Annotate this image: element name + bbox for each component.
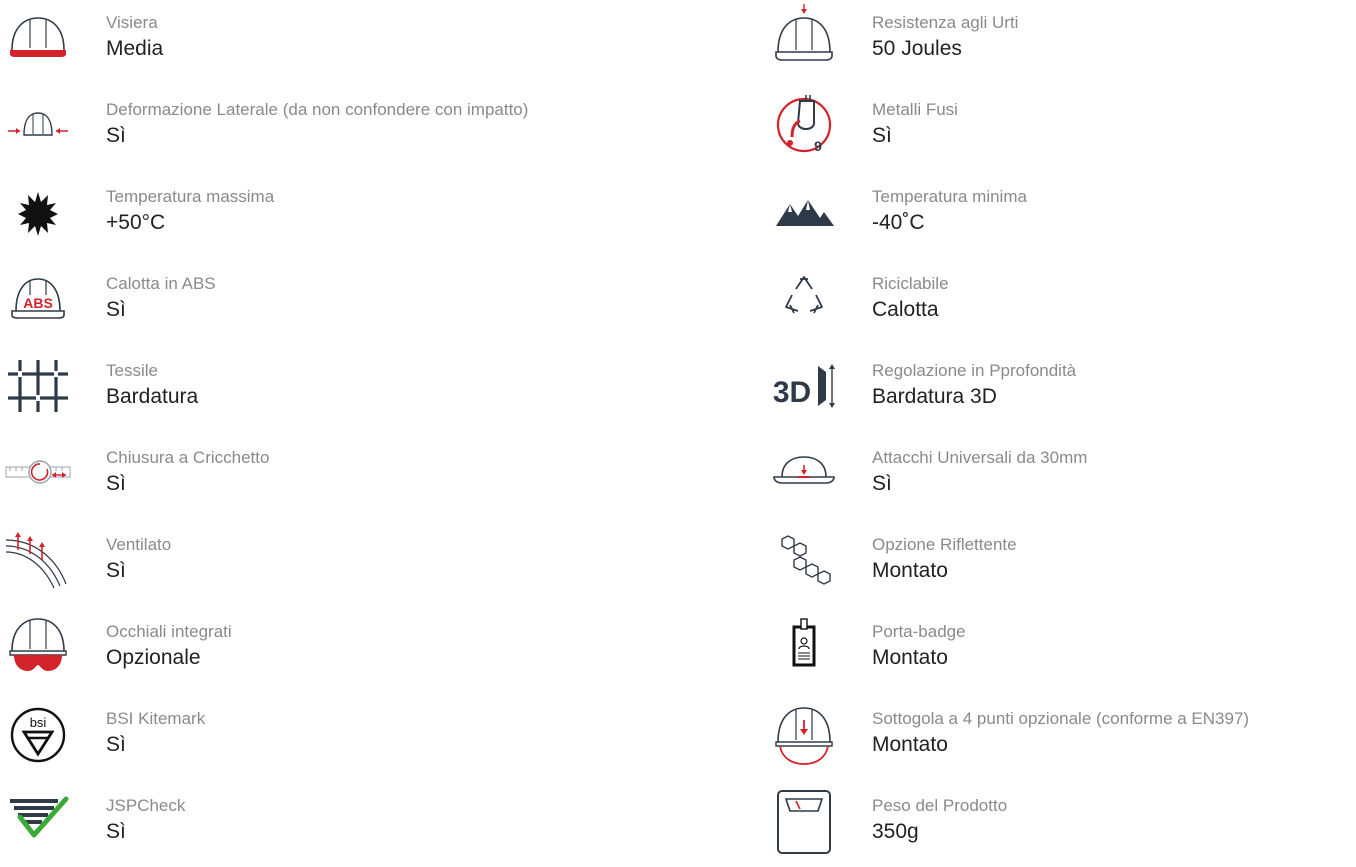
feature-value: Montato xyxy=(872,646,948,669)
mountains-icon xyxy=(766,178,842,248)
feature-label: Regolazione in Pprofondità xyxy=(872,361,1077,380)
feature-label: Metalli Fusi xyxy=(872,100,958,119)
feature-visiera: Visiera Media xyxy=(0,4,700,84)
abs-helmet-icon: ABS xyxy=(0,265,76,335)
feature-label: Ventilato xyxy=(106,535,172,554)
feature-temperatura-massima: Temperatura massima +50°C xyxy=(0,178,700,258)
feature-label: Deformazione Laterale (da non confondere… xyxy=(106,100,529,119)
jspcheck-icon xyxy=(0,787,76,857)
goggles-helmet-icon xyxy=(0,613,76,683)
sun-icon xyxy=(0,178,76,248)
ventilation-icon xyxy=(0,526,76,596)
feature-value: Sì xyxy=(872,124,892,147)
feature-value: Sì xyxy=(106,820,126,843)
feature-temperatura-minima: Temperatura minima -40˚C xyxy=(766,178,1356,258)
feature-label: Calotta in ABS xyxy=(106,274,216,293)
feature-value: +50°C xyxy=(106,211,166,234)
abs-icon-text: ABS xyxy=(23,295,53,311)
molten-icon-text: 9 xyxy=(814,138,822,154)
feature-bsi-kitemark: bsi BSI Kitemark Sì xyxy=(0,700,700,780)
feature-label: Porta-badge xyxy=(872,622,966,641)
feature-label: Occhiali integrati xyxy=(106,622,232,641)
chinstrap-helmet-icon xyxy=(766,700,842,770)
feature-value: Media xyxy=(106,37,164,60)
feature-value: Montato xyxy=(872,733,948,756)
feature-value: Sì xyxy=(106,124,126,147)
feature-label: Visiera xyxy=(106,13,158,32)
feature-jspcheck: JSPCheck Sì xyxy=(0,787,700,867)
feature-ventilato: Ventilato Sì xyxy=(0,526,700,606)
feature-value: Sì xyxy=(106,559,126,582)
badge-holder-icon xyxy=(766,613,842,683)
feature-label: Riciclabile xyxy=(872,274,949,293)
feature-label: Resistenza agli Urti xyxy=(872,13,1019,32)
lateral-deformation-icon xyxy=(0,91,76,161)
feature-label: Peso del Prodotto xyxy=(872,796,1008,815)
feature-value: Opzionale xyxy=(106,646,201,669)
feature-label: Chiusura a Cricchetto xyxy=(106,448,270,467)
feature-label: JSPCheck xyxy=(106,796,186,815)
feature-metalli-fusi: 9 Metalli Fusi Sì xyxy=(766,91,1356,171)
feature-value: 350g xyxy=(872,820,919,843)
feature-value: Calotta xyxy=(872,298,939,321)
ratchet-icon xyxy=(0,439,76,509)
universal-slot-icon xyxy=(766,439,842,509)
feature-value: Sì xyxy=(106,472,126,495)
feature-sottogola-4-punti: Sottogola a 4 punti opzionale (conforme … xyxy=(766,700,1356,780)
feature-value: -40˚C xyxy=(872,211,925,234)
reflective-hexagon-icon xyxy=(766,526,842,596)
feature-regolazione-profondita: 3D Regolazione in Pprofondità Bardatura … xyxy=(766,352,1356,432)
recycle-icon xyxy=(766,265,842,335)
visor-helmet-icon xyxy=(0,4,76,74)
molten-metal-icon: 9 xyxy=(766,91,842,161)
textile-grid-icon xyxy=(0,352,76,422)
feature-label: BSI Kitemark xyxy=(106,709,206,728)
feature-tessile: Tessile Bardatura xyxy=(0,352,700,432)
feature-resistenza-urti: Resistenza agli Urti 50 Joules xyxy=(766,4,1356,84)
feature-opzione-riflettente: Opzione Riflettente Montato xyxy=(766,526,1356,606)
impact-helmet-icon xyxy=(766,4,842,74)
bsi-icon-text: bsi xyxy=(30,715,47,730)
feature-value: Sì xyxy=(106,298,126,321)
depth-icon-text: 3D xyxy=(773,376,811,409)
feature-attacchi-universali: Attacchi Universali da 30mm Sì xyxy=(766,439,1356,519)
feature-calotta-abs: ABS Calotta in ABS Sì xyxy=(0,265,700,345)
feature-value: Bardatura xyxy=(106,385,199,408)
feature-label: Attacchi Universali da 30mm xyxy=(872,448,1088,467)
scale-icon xyxy=(766,787,842,857)
feature-value: 50 Joules xyxy=(872,37,962,60)
feature-peso-prodotto: Peso del Prodotto 350g xyxy=(766,787,1356,867)
feature-label: Sottogola a 4 punti opzionale (conforme … xyxy=(872,709,1250,728)
feature-label: Temperatura minima xyxy=(872,187,1027,206)
feature-occhiali-integrati: Occhiali integrati Opzionale xyxy=(0,613,700,693)
feature-deformazione-laterale: Deformazione Laterale (da non confondere… xyxy=(0,91,700,171)
feature-value: Bardatura 3D xyxy=(872,385,997,408)
bsi-kitemark-icon: bsi xyxy=(0,700,76,770)
depth-3d-icon: 3D xyxy=(766,352,842,422)
feature-chiusura-cricchetto: Chiusura a Cricchetto Sì xyxy=(0,439,700,519)
feature-label: Temperatura massima xyxy=(106,187,275,206)
feature-porta-badge: Porta-badge Montato xyxy=(766,613,1356,693)
feature-riciclabile: Riciclabile Calotta xyxy=(766,265,1356,345)
feature-value: Montato xyxy=(872,559,948,582)
feature-value: Sì xyxy=(872,472,892,495)
feature-value: Sì xyxy=(106,733,126,756)
feature-label: Tessile xyxy=(106,361,158,380)
feature-label: Opzione Riflettente xyxy=(872,535,1017,554)
